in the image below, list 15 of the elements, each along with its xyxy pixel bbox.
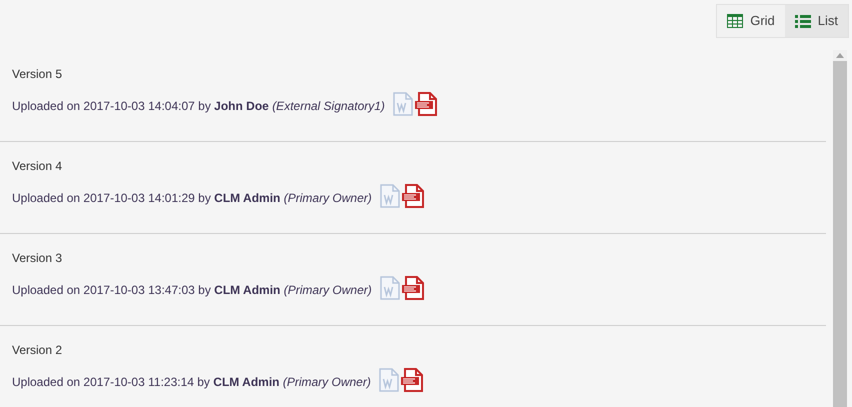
upload-info: Uploaded on 2017-10-03 14:04:07 by John Doe (External Signatory1) xyxy=(12,98,385,114)
pdf-file-icon[interactable] xyxy=(414,92,437,116)
version-title: Version 3 xyxy=(12,250,64,266)
list-icon xyxy=(794,14,811,28)
pdf-file-icon[interactable] xyxy=(400,368,423,392)
grid-icon xyxy=(727,14,744,28)
view-toggle-tab[interactable]: List xyxy=(784,5,848,37)
upload-info: Uploaded on 2017-10-03 13:47:03 by CLM Admin (Primary Owner) xyxy=(12,282,372,298)
upload-info: Uploaded on 2017-10-03 14:01:29 by CLM Admin (Primary Owner) xyxy=(12,190,372,206)
pdf-file-icon[interactable] xyxy=(402,276,424,300)
version-title: Version 4 xyxy=(12,158,64,174)
version-title: Version 5 xyxy=(12,66,64,82)
upload-info: Uploaded on 2017-10-03 11:23:14 by CLM Admin (Primary Owner) xyxy=(12,374,371,390)
version-title: Version 2 xyxy=(12,342,64,358)
pdf-file-icon[interactable] xyxy=(402,184,424,208)
